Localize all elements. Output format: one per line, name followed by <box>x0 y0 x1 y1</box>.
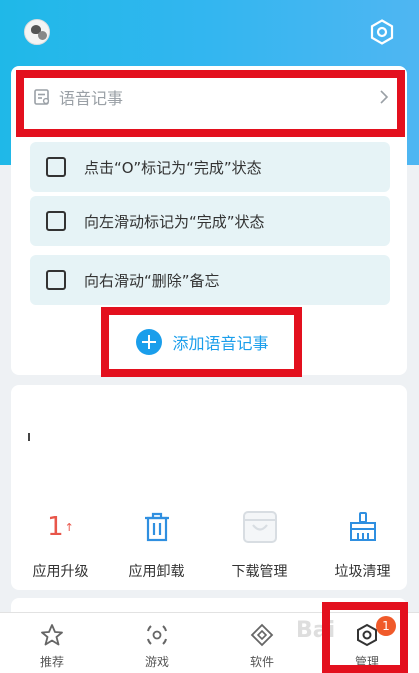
todo-text: 点击“O”标记为“完成”状态 <box>84 158 262 177</box>
divider-mark <box>28 433 30 441</box>
todo-item[interactable]: 向右滑动“删除”备忘 <box>30 255 390 305</box>
tool-label: 垃圾清理 <box>334 564 391 580</box>
todo-checkbox[interactable] <box>46 157 66 177</box>
gamepad-icon <box>147 625 167 645</box>
tool-label: 应用卸载 <box>128 564 185 580</box>
tool-label: 应用升级 <box>32 564 89 580</box>
upgrade-arrow: ↑ <box>64 520 74 534</box>
upgrade-icon: 1 ↑ <box>11 507 110 547</box>
tool-app-uninstall[interactable]: 应用卸载 <box>107 507 206 581</box>
highlight-frame-manage <box>322 602 408 673</box>
tool-app-upgrade[interactable]: 1 ↑ 应用升级 <box>11 507 110 581</box>
upgrade-count: 1 <box>47 512 64 542</box>
star-icon <box>41 624 63 646</box>
gear-icon[interactable] <box>369 19 395 45</box>
nav-item-recommend[interactable]: 推荐 <box>0 613 104 673</box>
trash-icon <box>144 512 169 542</box>
tool-label: 下载管理 <box>231 564 288 580</box>
nav-label: 软件 <box>249 655 274 669</box>
apps-icon <box>250 623 274 647</box>
todo-item[interactable]: 点击“O”标记为“完成”状态 <box>30 142 390 192</box>
todo-item[interactable]: 向左滑动标记为“完成”状态 <box>30 196 390 246</box>
tool-junk-clean[interactable]: 垃圾清理 <box>313 507 412 581</box>
download-bag-icon <box>242 511 277 543</box>
tools-card: 1 ↑ 应用升级 应用卸载 下载管理 垃圾清理 <box>11 385 407 590</box>
avatar[interactable] <box>24 19 50 45</box>
broom-icon <box>349 512 376 541</box>
todo-text: 向右滑动“删除”备忘 <box>84 271 220 290</box>
todo-text: 向左滑动标记为“完成”状态 <box>84 212 265 231</box>
tool-download-manager[interactable]: 下载管理 <box>210 507 309 581</box>
nav-item-games[interactable]: 游戏 <box>105 613 209 673</box>
highlight-frame-voice-note <box>16 70 405 137</box>
nav-label: 推荐 <box>39 655 64 669</box>
highlight-frame-add-button <box>101 307 302 377</box>
todo-checkbox[interactable] <box>46 270 66 290</box>
nav-label: 游戏 <box>144 655 169 669</box>
todo-checkbox[interactable] <box>46 211 66 231</box>
